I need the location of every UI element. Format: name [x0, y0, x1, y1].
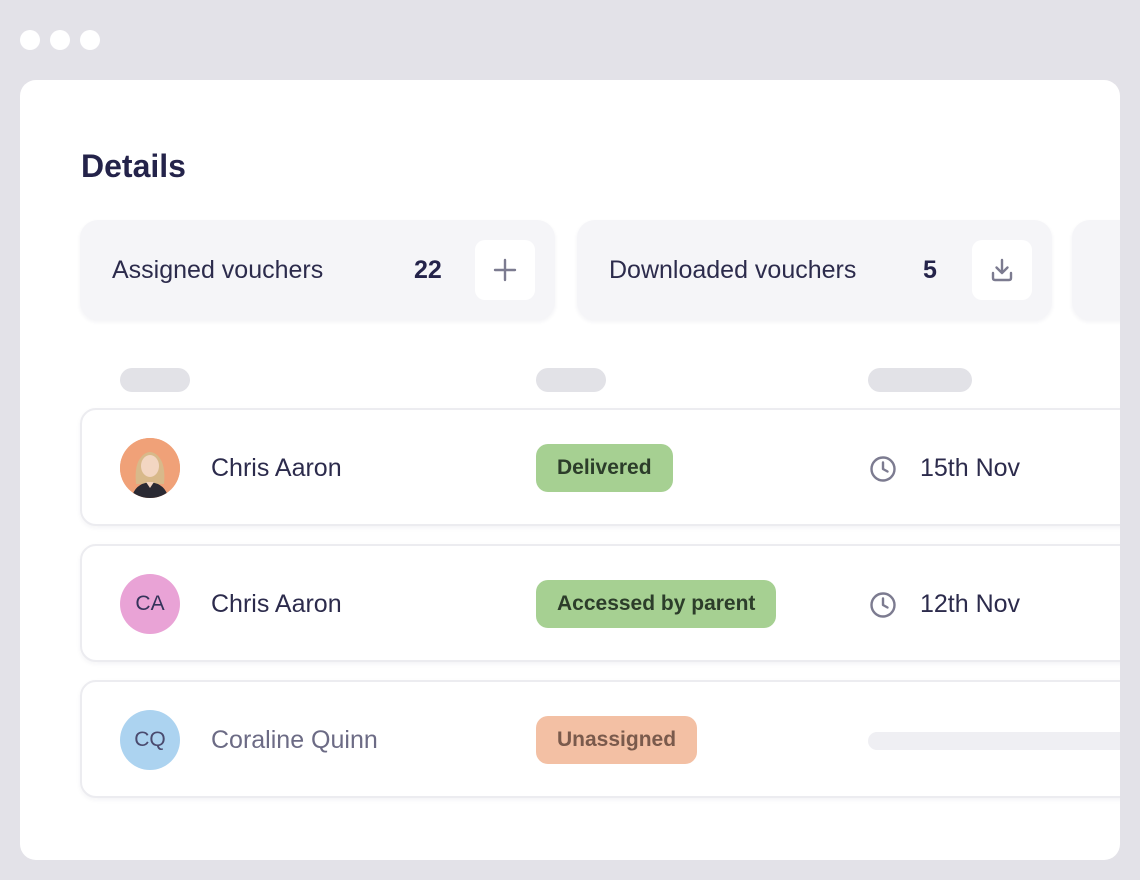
person-photo-icon — [120, 438, 180, 498]
stat-value: 5 — [923, 255, 937, 284]
download-icon — [991, 258, 1013, 282]
window-controls — [20, 30, 100, 50]
column-header-name-placeholder — [120, 368, 190, 392]
table-row[interactable]: CA Chris Aaron Accessed by parent 12th N… — [80, 544, 1120, 662]
clock-icon — [870, 456, 896, 482]
person-name: Chris Aaron — [211, 454, 342, 482]
status-badge: Unassigned — [536, 716, 698, 764]
stat-label: Downloaded vouchers — [609, 255, 857, 284]
window-dot-minimize[interactable] — [50, 30, 70, 50]
plus-icon — [493, 258, 517, 282]
person-name: Coraline Quinn — [211, 726, 378, 754]
stat-card-assigned-vouchers: Assigned vouchers 22 — [80, 220, 555, 320]
window-dot-maximize[interactable] — [80, 30, 100, 50]
date-text: 12th Nov — [920, 590, 1021, 618]
person-name: Chris Aaron — [211, 590, 342, 618]
stat-card-downloaded-vouchers: Downloaded vouchers 5 — [577, 220, 1052, 320]
details-panel: Details Assigned vouchers 22 Downloaded … — [20, 80, 1120, 860]
clock-icon — [870, 592, 896, 618]
date-placeholder — [868, 732, 1120, 750]
avatar: CQ — [120, 710, 180, 770]
browser-window: Details Assigned vouchers 22 Downloaded … — [0, 0, 1140, 880]
stat-value: 22 — [414, 255, 442, 284]
stat-label: Assigned vouchers — [112, 255, 324, 284]
status-badge: Delivered — [536, 444, 673, 492]
column-header-status-placeholder — [536, 368, 606, 392]
window-dot-close[interactable] — [20, 30, 40, 50]
add-voucher-button[interactable] — [475, 240, 535, 300]
avatar: CA — [120, 574, 180, 634]
table-row[interactable]: CQ Coraline Quinn Unassigned — [80, 680, 1120, 798]
date-text: 15th Nov — [920, 454, 1021, 482]
download-vouchers-button[interactable] — [972, 240, 1032, 300]
stat-card-partial — [1072, 220, 1120, 320]
table-row[interactable]: Chris Aaron Delivered 15th Nov — [80, 408, 1120, 526]
column-header-date-placeholder — [868, 368, 972, 392]
avatar — [120, 438, 180, 498]
status-badge: Accessed by parent — [536, 580, 777, 628]
page-title: Details — [81, 148, 186, 184]
